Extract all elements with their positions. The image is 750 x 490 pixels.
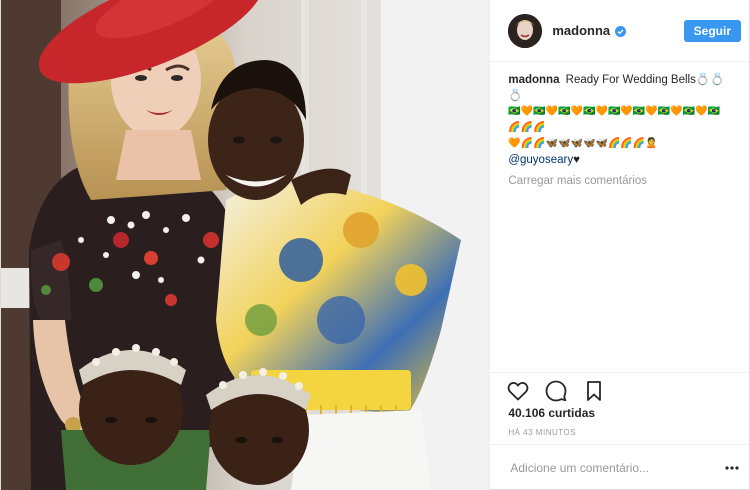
heart-suffix: ♥ [573, 154, 580, 166]
ellipsis-icon[interactable] [723, 459, 741, 477]
likes-count[interactable]: 40.106 curtidas [508, 406, 595, 420]
caption-username[interactable]: madonna [508, 74, 559, 86]
comment-bubble-icon[interactable] [544, 379, 568, 403]
photo-illustration [1, 0, 490, 490]
follow-button[interactable]: Seguir [683, 19, 741, 42]
caption-mention-line: @guyoseary♥ [508, 152, 731, 168]
action-bar [490, 372, 749, 408]
avatar-image [508, 13, 543, 48]
caption-emoji-line-2: 🧡🌈🌈🦋🦋🦋🦋🦋🌈🌈🌈🙎 [508, 138, 658, 149]
bookmark-icon[interactable] [582, 379, 606, 403]
load-more-comments-link[interactable]: Carregar mais comentários [508, 173, 731, 189]
avatar[interactable] [508, 13, 543, 48]
add-comment-bar [490, 444, 749, 490]
instagram-post: madonna Seguir madonna Ready For Wedding… [0, 0, 750, 490]
heart-icon[interactable] [506, 379, 530, 403]
post-header: madonna Seguir [490, 0, 749, 62]
comment-input[interactable] [508, 459, 723, 476]
caption: madonna Ready For Wedding Bells💍💍💍 [508, 72, 731, 104]
verified-badge-icon [615, 26, 627, 37]
username[interactable]: madonna [552, 23, 610, 38]
mention-link[interactable]: @guyoseary [508, 154, 573, 166]
post-photo[interactable] [1, 0, 490, 490]
post-time[interactable]: HÁ 43 MINUTOS [508, 428, 576, 437]
caption-emoji-line-1: 🇧🇷🧡🇧🇷🧡🇧🇷🧡🇧🇷🧡🇧🇷🧡🇧🇷🧡🇧🇷🧡🇧🇷🧡🇧🇷🌈🌈🌈 [508, 106, 721, 133]
comments-section: madonna Ready For Wedding Bells💍💍💍 🇧🇷🧡🇧🇷… [490, 62, 749, 189]
post-sidebar: madonna Seguir madonna Ready For Wedding… [489, 0, 749, 490]
